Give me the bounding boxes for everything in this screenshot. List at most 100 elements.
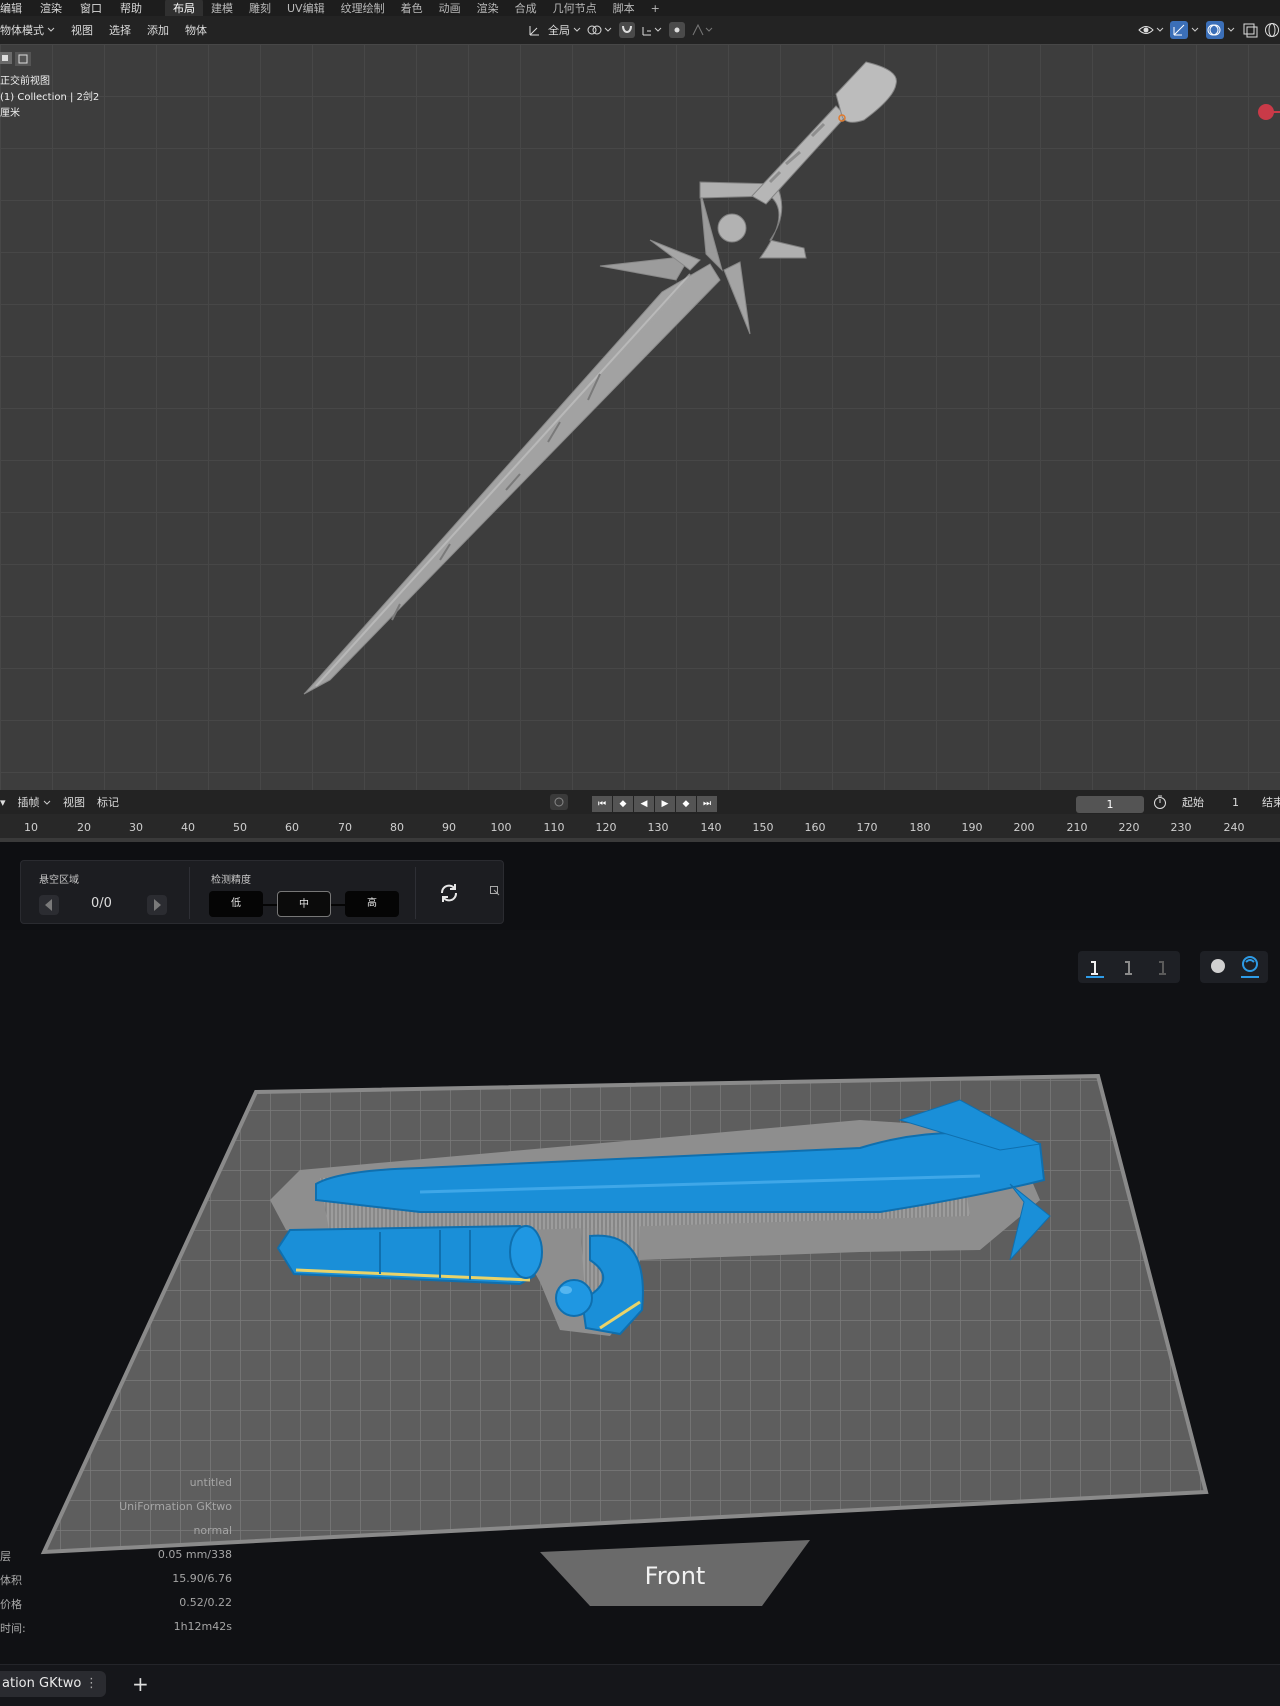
stat-time-value: 1h12m42s [173,1620,232,1633]
playback-label: ▾ [0,795,6,809]
ruler-tick: 200 [1013,821,1035,834]
menu-window[interactable]: 窗口 [71,0,111,16]
ruler-tick: 100 [490,821,512,834]
tab-more-icon[interactable]: ⋮ [85,1671,98,1697]
ruler-tick: 110 [543,821,565,834]
menu-object[interactable]: 物体 [177,22,215,38]
document-tab-label: ation GKtwo [2,1676,82,1691]
menu-select[interactable]: 选择 [101,22,139,38]
play-reverse-icon[interactable]: ◀ [634,796,654,812]
chevron-down-icon [573,27,581,32]
ruler-tick: 120 [595,821,617,834]
xray-toggle-icon[interactable] [1242,22,1258,38]
playback-controls: ⏮ ◆ ◀ ▶ ◆ ⏭ [592,796,717,812]
transform-orientation-dropdown[interactable]: 全局 [548,22,581,38]
visibility-eye-icon[interactable] [1138,22,1164,38]
playback-menu[interactable]: ▾ [0,796,12,809]
ruler-tick: 130 [647,821,669,834]
ruler-tick: 190 [961,821,983,834]
support-view-icon[interactable] [1086,956,1104,978]
prev-keyframe-icon[interactable]: ◆ [613,796,633,812]
ruler-tick: 150 [752,821,774,834]
refresh-icon[interactable] [437,881,461,905]
workspace-tab-texture-paint[interactable]: 纹理绘制 [333,0,393,17]
blender-menubar: 编辑 渲染 窗口 帮助 布局 建模 雕刻 UV编辑 纹理绘制 着色 动画 渲染 … [0,0,1280,17]
ruler-tick: 70 [338,821,352,834]
workspace-tab-animation[interactable]: 动画 [431,0,469,17]
workspace-tab-geometry-nodes[interactable]: 几何节点 [545,0,605,17]
precision-high-button[interactable]: 高 [345,891,399,917]
xray-render-icon[interactable] [1240,954,1260,978]
mode-dropdown[interactable]: 物体模式 [0,22,63,38]
stat-layer-key: 层 [0,1550,11,1563]
print-profile: normal [193,1524,232,1537]
workspace-tab-modeling[interactable]: 建模 [203,0,241,17]
ruler-tick: 180 [909,821,931,834]
stat-volume-key: 体积 [0,1574,22,1587]
printer-name: UniFormation GKtwo [119,1500,232,1513]
document-tab[interactable]: ation GKtwo ⋮ [0,1671,106,1697]
proportional-edit-icon[interactable] [669,22,685,38]
workspace-tab-uv[interactable]: UV编辑 [279,0,333,17]
ruler-tick: 90 [442,821,456,834]
ruler-tick: 10 [24,821,38,834]
ruler-tick: 30 [129,821,143,834]
prev-overhang-icon[interactable] [39,895,59,915]
falloff-curve-icon[interactable] [691,23,715,37]
precision-low-button[interactable]: 低 [209,891,263,917]
current-frame-field[interactable]: 1 [1076,796,1144,813]
transform-orientation-label: 全局 [548,24,570,37]
end-frame-label: 结束 [1262,796,1280,809]
workspace-tab-rendering[interactable]: 渲染 [469,0,507,17]
snap-magnet-icon[interactable] [619,22,635,38]
pivot-link-icon[interactable] [587,23,613,37]
keying-label: 插帧 [17,796,40,809]
ruler-tick: 40 [181,821,195,834]
workspace-tab-compositing[interactable]: 合成 [507,0,545,17]
timeline-ruler[interactable]: 10 20 30 40 50 60 70 80 90 100 110 120 1… [0,814,1280,842]
file-name: untitled [189,1476,232,1489]
ruler-tick: 80 [390,821,404,834]
menu-help[interactable]: 帮助 [111,0,151,16]
ruler-tick: 170 [856,821,878,834]
workspace-tab-sculpting[interactable]: 雕刻 [241,0,279,17]
menu-render[interactable]: 渲染 [31,0,71,16]
next-keyframe-icon[interactable]: ◆ [676,796,696,812]
overlay-toggle-icon[interactable] [1206,21,1236,39]
workspace-tab-scripting[interactable]: 脚本 [605,0,643,17]
snap-target-icon[interactable] [641,23,663,37]
gizmo-toggle-icon[interactable] [1170,21,1200,39]
precision-medium-button[interactable]: 中 [277,891,331,917]
solid-render-icon[interactable] [1208,956,1228,976]
ruler-tick: 50 [233,821,247,834]
model-only-icon[interactable] [1154,956,1172,978]
timeline-view-menu[interactable]: 视图 [57,794,91,810]
jump-end-icon[interactable]: ⏭ [697,796,717,812]
wireframe-shading-icon[interactable] [1264,22,1280,38]
next-overhang-icon[interactable] [147,895,167,915]
3d-viewport[interactable]: 正交前视图 (1) Collection | 2剑2 厘米 [0,44,1280,790]
menu-add[interactable]: 添加 [139,22,177,38]
menu-edit[interactable]: 编辑 [0,0,31,16]
stopwatch-icon[interactable] [1152,794,1168,810]
stat-volume-value: 15.90/6.76 [172,1572,232,1585]
start-frame-label: 起始 [1182,796,1204,809]
menu-view[interactable]: 视图 [63,22,101,38]
add-workspace-button[interactable]: + [643,1,668,16]
chevron-down-icon [43,800,51,805]
workspace-tab-shading[interactable]: 着色 [393,0,431,17]
collapse-panel-icon[interactable] [490,886,500,896]
start-frame-value[interactable]: 1 [1226,796,1245,809]
workspace-tab-layout[interactable]: 布局 [165,0,203,17]
timeline-marker-menu[interactable]: 标记 [91,794,125,810]
sword-model[interactable] [0,44,1280,790]
stat-price-key: 价格 [0,1598,22,1611]
front-side-label: Front [644,1562,706,1590]
support-only-icon[interactable] [1120,956,1138,978]
keying-menu[interactable]: 插帧 [12,794,58,810]
chevron-down-icon [47,27,55,32]
play-icon[interactable]: ▶ [655,796,675,812]
add-tab-button[interactable]: + [132,1673,149,1695]
auto-keying-icon[interactable] [550,794,568,810]
jump-start-icon[interactable]: ⏮ [592,796,612,812]
